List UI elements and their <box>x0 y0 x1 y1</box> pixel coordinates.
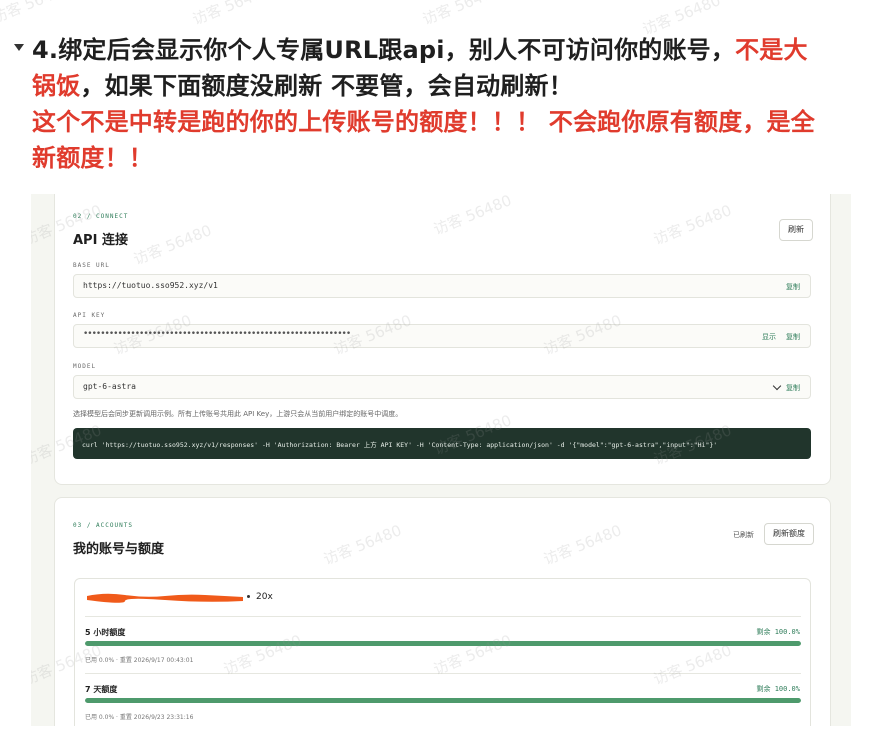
model-select[interactable]: gpt-6-astra 复制 <box>73 375 811 399</box>
collapse-caret-icon[interactable] <box>14 44 24 51</box>
quota-divider <box>85 616 801 617</box>
quota-divider <box>85 673 801 674</box>
refresh-quota-button[interactable]: 刷新额度 <box>764 523 814 545</box>
api-key-masked: ••••••••••••••••••••••••••••••••••••••••… <box>83 329 351 339</box>
quota-7d-title: 7 天额度 <box>85 685 118 694</box>
quota-7d-bar <box>85 698 801 703</box>
quota-7d-meta: 已用 0.0% · 重置 2026/9/23 23:31:16 <box>85 714 194 721</box>
quota-5h-bar <box>85 641 801 646</box>
api-key-label: API KEY <box>73 312 106 319</box>
api-connect-card: 02 / CONNECT API 连接 刷新 BASE URL https://… <box>54 194 831 485</box>
heading-line-1: 4.绑定后会显示你个人专属URL跟api，别人不可访问你的账号，不是大 锅饭，如果… <box>32 36 808 100</box>
heading-line-3: 这个不是中转是跑的你的上传账号的额度！！！ 不会跑你原有额度，是全 新额度！！ <box>32 108 815 172</box>
dashboard-screenshot: 02 / CONNECT API 连接 刷新 BASE URL https://… <box>31 194 851 726</box>
base-url-label: BASE URL <box>73 262 110 269</box>
watermark: 访客 56480 <box>419 0 504 29</box>
section-label-connect: 02 / CONNECT <box>73 213 129 220</box>
quota-7d-remaining: 剩余 100.0% <box>756 685 800 693</box>
base-url-value: https://tuotuo.sso952.xyz/v1 <box>83 281 218 290</box>
section-label-accounts: 03 / ACCOUNTS <box>73 522 133 529</box>
account-multiplier: 20x <box>247 592 273 602</box>
accounts-title: 我的账号与额度 <box>73 542 165 557</box>
copy-api-key-button[interactable]: 复制 <box>786 332 800 342</box>
instruction-heading: 4.绑定后会显示你个人专属URL跟api，别人不可访问你的账号，不是大 锅饭，如果… <box>14 32 864 176</box>
refresh-status: 已刷新 <box>733 531 754 539</box>
watermark: 访客 56480 <box>0 0 73 27</box>
chevron-down-icon[interactable] <box>772 381 782 391</box>
model-label: MODEL <box>73 363 97 370</box>
redacted-account-name <box>87 593 243 603</box>
quota-5h-bar-fill <box>85 641 801 646</box>
model-hint-text: 选择模型后会同步更新调用示例。所有上传账号共用此 API Key，上游只会从当前… <box>73 410 403 418</box>
api-key-field[interactable]: ••••••••••••••••••••••••••••••••••••••••… <box>73 324 811 348</box>
api-connect-title: API 连接 <box>73 233 128 248</box>
watermark: 访客 56480 <box>189 0 274 29</box>
show-api-key-button[interactable]: 显示 <box>762 332 776 342</box>
curl-example[interactable]: curl 'https://tuotuo.sso952.xyz/v1/respo… <box>73 428 811 459</box>
quota-5h-remaining: 剩余 100.0% <box>756 628 800 636</box>
model-value: gpt-6-astra <box>83 382 136 391</box>
accounts-card: 03 / ACCOUNTS 我的账号与额度 已刷新 刷新额度 20x 5 小时额… <box>54 497 831 726</box>
account-quota-panel: 20x 5 小时额度 剩余 100.0% 已用 0.0% · 重置 2026/9… <box>74 578 811 726</box>
copy-model-button[interactable]: 复制 <box>786 383 800 393</box>
refresh-button[interactable]: 刷新 <box>779 219 813 241</box>
copy-base-url-button[interactable]: 复制 <box>786 282 800 292</box>
base-url-field[interactable]: https://tuotuo.sso952.xyz/v1 复制 <box>73 274 811 298</box>
quota-5h-title: 5 小时额度 <box>85 628 126 637</box>
quota-5h-meta: 已用 0.0% · 重置 2026/9/17 00:43:01 <box>85 657 194 664</box>
quota-7d-bar-fill <box>85 698 801 703</box>
curl-example-text: curl 'https://tuotuo.sso952.xyz/v1/respo… <box>82 441 718 449</box>
